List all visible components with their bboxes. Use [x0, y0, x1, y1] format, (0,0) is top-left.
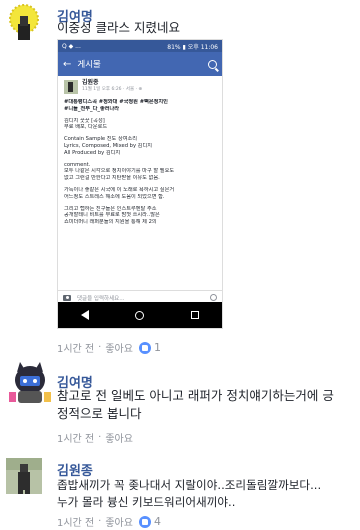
camera-icon [63, 294, 71, 301]
avatar-image [6, 358, 54, 408]
separator: · [98, 516, 102, 527]
avatar-image [6, 4, 42, 40]
android-nav-bar [58, 302, 222, 328]
post-line: Lyrics, Composed, Mixed by 김디지 [64, 142, 152, 149]
comment-text-line: 누가 몰라 븅신 키보드워리어새끼야.. [57, 495, 236, 509]
post-line: 김디지 꿋꿋 [곡성] [64, 117, 105, 124]
post-tags-line: #대통령디스곡 #정와대 #국정원 #뻑은정치인 [64, 99, 168, 105]
post-tags-line: #니들_전부_다_좋러나라 [64, 105, 120, 112]
status-right: 81% ▮ 오후 11:06 [167, 43, 218, 51]
comment-avatar[interactable] [6, 358, 54, 408]
reactions[interactable]: 1 [138, 341, 161, 354]
like-button[interactable]: 좋아요 [105, 340, 133, 355]
thumbs-up-icon [138, 515, 151, 528]
post-line: comment. [64, 161, 91, 168]
comment-placeholder: 댓글을 입력하세요... [77, 295, 125, 302]
status-left: Q ◆ ... [62, 42, 81, 50]
separator: · [98, 342, 102, 353]
separator: · [98, 432, 102, 443]
search-icon [208, 59, 217, 69]
post-line: 모두 나같은 시각으로 정치이야기를 마구 할 필요도 [64, 168, 175, 175]
like-button[interactable]: 좋아요 [105, 514, 133, 529]
comment-time[interactable]: 1시간 전 [57, 430, 94, 445]
comment-time[interactable]: 1시간 전 [57, 514, 94, 529]
reaction-count: 1 [153, 341, 161, 354]
appbar-title: 게시물 [77, 60, 101, 70]
post-line: 쇼미더머니 래퍼분들의 지원을 통해 제 2의 [64, 219, 157, 226]
nav-home-icon [135, 310, 145, 320]
comment-text-line: 좁밥새끼가 꼭 좆나대서 지랄이야..조리돌림깔까보다... [57, 478, 322, 492]
comment-meta: 1시간 전 · 좋아요 4 [57, 514, 161, 529]
emoji-icon [210, 294, 217, 301]
post-author: 김원종 [82, 79, 99, 87]
back-arrow-icon: ← [63, 58, 72, 70]
post-line: All Produced by 김디지 [64, 149, 121, 156]
post-line: 공개할테니 비트를 무료로 맘껏 쓰시라..많은 [64, 212, 160, 219]
reactions[interactable]: 4 [138, 515, 161, 528]
reaction-count: 4 [153, 515, 161, 528]
comment-text-line: 참고로 전 일베도 아니고 래퍼가 정치얘기하는거에 긍 [57, 388, 334, 403]
post-line: Contain Sample 진도 상여소리 [64, 136, 138, 143]
post-line: 가득이나 좋같은 시국에 이 노래로 욕하시고 싶은거 [64, 186, 175, 193]
post-line: 그리고 랩하는 친구들은 인스트루멘탈 주소 [64, 205, 157, 212]
post-header: 김원종 11월 1일 오후 6:26 · 서울 · ⊕ [64, 79, 216, 94]
attached-screenshot[interactable]: Q ◆ ... 81% ▮ 오후 11:06 ← 게시물 김원종 11월 1일 … [57, 39, 223, 329]
post-line: 없고 그런걸 만한다고 지탄받을 이유도 없음. [64, 175, 160, 182]
comment-meta: 1시간 전 · 좋아요 [57, 430, 133, 445]
phone-app-bar: ← 게시물 [58, 52, 222, 76]
post-time: 11월 1일 오후 6:26 · 서울 · ⊕ [82, 87, 143, 92]
avatar-image [6, 458, 42, 494]
post-line: 무료 배포, 다운로드 [64, 124, 108, 131]
comment-meta: 1시간 전 · 좋아요 1 [57, 340, 161, 355]
thumbs-up-icon [138, 341, 151, 354]
comment-text-line: 정적으로 봅니다 [57, 406, 142, 421]
nav-back-icon [81, 310, 90, 320]
nav-recent-icon [190, 311, 199, 319]
post-author-avatar [64, 80, 78, 94]
like-button[interactable]: 좋아요 [105, 430, 133, 445]
comment-avatar[interactable] [6, 458, 42, 494]
phone-status-bar: Q ◆ ... 81% ▮ 오후 11:06 [58, 40, 222, 52]
embedded-post: 김원종 11월 1일 오후 6:26 · 서울 · ⊕ #대통령디스곡 #정와대… [58, 76, 222, 230]
comment-text-line: 이중성 클라스 지렸네요 [57, 20, 180, 35]
comment-time[interactable]: 1시간 전 [57, 340, 94, 355]
comment-avatar[interactable] [6, 4, 42, 40]
post-line: 어느정도 스트레스 해소에 도움이 되었으면 함. [64, 193, 165, 200]
